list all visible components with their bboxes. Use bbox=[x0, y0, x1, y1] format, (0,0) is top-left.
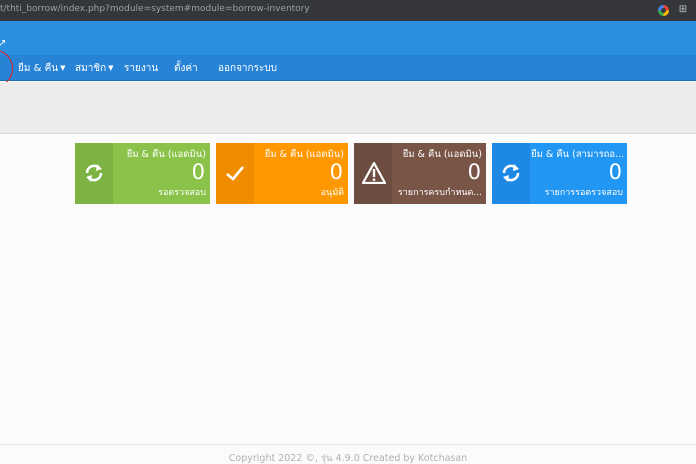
stat-card-pending-review[interactable]: ยืม & คืน (แอดมิน) 0 รอตรวจสอบ bbox=[75, 143, 210, 204]
page-footer: Copyright 2022 ©, รุ่น 4.9.0 Created by … bbox=[0, 444, 696, 464]
card-icon-box bbox=[216, 143, 254, 204]
main-navbar: ยืม & คืน ▼ สมาชิก ▼ รายงาน ตั้งค่า ออกจาก… bbox=[0, 55, 696, 81]
caret-down-icon: ▼ bbox=[108, 64, 114, 72]
browser-address-bar: t/thti_borrow/index.php?module=system#mo… bbox=[0, 0, 696, 21]
google-icon[interactable] bbox=[658, 5, 669, 16]
refresh-icon bbox=[502, 164, 520, 182]
card-subtitle: อนุมัติ bbox=[320, 188, 344, 198]
card-count: 0 bbox=[608, 160, 622, 184]
card-icon-box bbox=[75, 143, 113, 204]
stat-card-approved[interactable]: ยืม & คืน (แอดมิน) 0 อนุมัติ bbox=[216, 143, 348, 204]
card-subtitle: รายการครบกำหนด... bbox=[397, 188, 482, 198]
nav-item-reports[interactable]: รายงาน bbox=[124, 61, 158, 76]
nav-item-settings[interactable]: ตั้งค่า bbox=[174, 61, 198, 76]
caret-down-icon: ▼ bbox=[60, 64, 66, 72]
nav-item-borrow-return[interactable]: ยืม & คืน ▼ bbox=[18, 61, 66, 76]
extension-icon[interactable]: ⊞ bbox=[677, 4, 689, 16]
card-icon-box bbox=[492, 143, 530, 204]
card-count: 0 bbox=[467, 160, 481, 184]
nav-item-logout[interactable]: ออกจากระบบ bbox=[218, 61, 277, 76]
card-count: 0 bbox=[329, 160, 343, 184]
card-subtitle: รายการรอตรวจสอบ bbox=[544, 188, 623, 198]
card-icon-box bbox=[354, 143, 392, 204]
card-subtitle: รอตรวจสอบ bbox=[158, 188, 206, 198]
stat-card-user-pending[interactable]: ยืม & คืน (สามารถอ... 0 รายการรอตรวจสอบ bbox=[492, 143, 627, 204]
warning-icon bbox=[362, 162, 386, 184]
stat-card-due[interactable]: ยืม & คืน (แอดมิน) 0 รายการครบกำหนด... bbox=[354, 143, 486, 204]
refresh-icon bbox=[85, 164, 103, 182]
nav-item-members[interactable]: สมาชิก ▼ bbox=[75, 61, 114, 76]
breadcrumb-band bbox=[0, 82, 696, 134]
copyright-text: Copyright 2022 ©, รุ่น 4.9.0 Created by … bbox=[228, 453, 468, 464]
arrow-icon: ↗ bbox=[0, 38, 7, 49]
site-header: ↗ bbox=[0, 21, 696, 55]
card-count: 0 bbox=[191, 160, 205, 184]
url-text[interactable]: t/thti_borrow/index.php?module=system#mo… bbox=[0, 4, 310, 14]
check-icon bbox=[226, 166, 244, 181]
